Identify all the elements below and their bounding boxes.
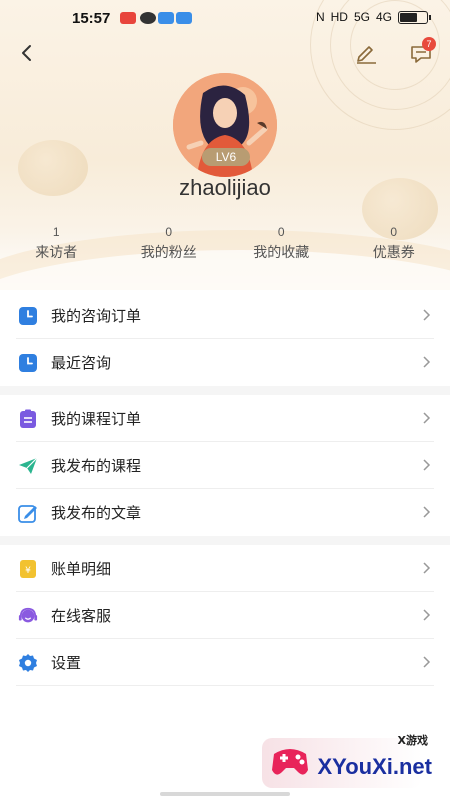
stat-label: 来访者 — [35, 245, 78, 261]
stat-label: 我的收藏 — [253, 245, 310, 261]
home-indicator — [160, 792, 290, 796]
gamepad-icon — [272, 749, 308, 775]
menu-item-recent-consult[interactable]: 最近咨询 — [0, 339, 450, 386]
app-notification-icon — [176, 12, 192, 24]
gear-icon — [18, 653, 38, 673]
menu-item-published-courses[interactable]: 我发布的课程 — [0, 442, 450, 489]
section-gap — [0, 536, 450, 545]
menu-item-online-service[interactable]: 在线客服 — [0, 592, 450, 639]
svg-text:¥: ¥ — [25, 566, 31, 576]
menu-item-label: 最近咨询 — [51, 354, 112, 372]
watermark-logo: X游戏 XYouXi.net — [262, 728, 442, 792]
menu-item-label: 在线客服 — [51, 607, 112, 625]
chevron-right-icon — [423, 459, 431, 471]
message-icon[interactable]: 7 — [406, 37, 436, 68]
stat-label: 我的粉丝 — [140, 245, 197, 261]
paper-plane-icon — [18, 456, 38, 476]
headset-icon — [18, 606, 38, 626]
signal-4g: 4G — [375, 10, 392, 24]
status-bar: 15:57 N HD 5G 4G — [0, 0, 450, 36]
clock-icon — [18, 306, 38, 326]
stat-label: 优惠券 — [372, 245, 415, 261]
username: zhaolijiao — [179, 175, 271, 200]
divider — [16, 685, 434, 686]
menu-item-course-orders[interactable]: 我的课程订单 — [0, 395, 450, 442]
wechat-icon — [140, 12, 156, 24]
stat-coupons[interactable]: 0 优惠券 — [338, 224, 450, 264]
stat-value: 0 — [165, 225, 173, 239]
chevron-right-icon — [423, 609, 431, 621]
status-time: 15:57 — [72, 10, 111, 27]
chevron-right-icon — [423, 356, 431, 368]
menu-item-settings[interactable]: 设置 — [0, 639, 450, 686]
back-chevron-icon[interactable] — [14, 40, 40, 66]
bill-icon: ¥ — [18, 559, 38, 579]
menu-item-label: 我发布的文章 — [51, 504, 142, 522]
chevron-right-icon — [423, 309, 431, 321]
stat-value: 0 — [390, 225, 398, 239]
menu-item-label: 设置 — [51, 654, 82, 672]
app-notification-icon — [120, 12, 136, 24]
stat-fans[interactable]: 0 我的粉丝 — [113, 224, 226, 264]
message-badge: 7 — [422, 37, 436, 51]
watermark-small-text: X游戏 — [397, 734, 428, 747]
chevron-right-icon — [423, 412, 431, 424]
menu-item-bill-details[interactable]: ¥ 账单明细 — [0, 545, 450, 592]
chevron-right-icon — [423, 562, 431, 574]
level-badge: LV6 — [202, 148, 250, 166]
pen-icon — [18, 503, 38, 523]
clock-icon — [18, 353, 38, 373]
menu-item-consult-orders[interactable]: 我的咨询订单 — [0, 292, 450, 339]
status-right: N HD 5G 4G — [315, 10, 431, 24]
menu-item-label: 我的课程订单 — [51, 410, 142, 428]
nfc-icon: N — [315, 10, 325, 24]
chevron-right-icon — [423, 506, 431, 518]
edit-pencil-icon[interactable] — [352, 40, 380, 66]
menu-item-label: 账单明细 — [51, 560, 112, 578]
signal-5g: 5G — [353, 10, 370, 24]
watermark-brand: XYouXi.net — [317, 754, 433, 779]
stat-value: 1 — [52, 225, 60, 239]
menu-item-label: 我的咨询订单 — [51, 307, 142, 325]
menu-item-label: 我发布的课程 — [51, 457, 142, 475]
battery-icon — [398, 10, 431, 24]
section-gap — [0, 386, 450, 395]
chevron-right-icon — [423, 656, 431, 668]
stat-visitors[interactable]: 1 来访者 — [0, 224, 113, 264]
stat-favorites[interactable]: 0 我的收藏 — [225, 224, 338, 264]
menu-list: 我的咨询订单 最近咨询 我的课程订单 我发布的课程 我发布的文章 ¥ 账单明细 … — [0, 292, 450, 686]
stat-value: 0 — [277, 225, 285, 239]
app-notification-icon — [158, 12, 174, 24]
stats-row: 1 来访者 0 我的粉丝 0 我的收藏 0 优惠券 — [0, 224, 450, 264]
menu-item-published-articles[interactable]: 我发布的文章 — [0, 489, 450, 536]
network-type: HD — [330, 10, 348, 24]
clipboard-icon — [18, 409, 38, 429]
